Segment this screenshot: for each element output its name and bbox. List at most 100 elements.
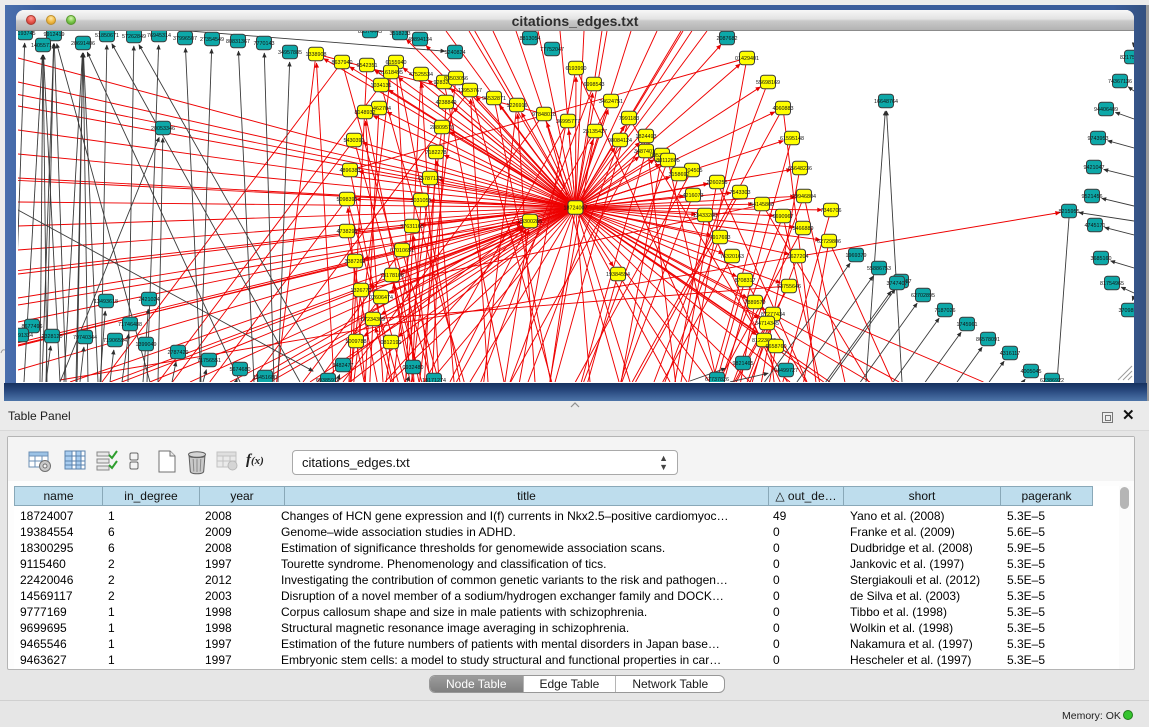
svg-text:3747407: 3747407 [887,281,908,287]
svg-text:98084124: 98084124 [608,138,632,144]
svg-text:79740344: 79740344 [73,335,97,341]
svg-text:86578091: 86578091 [976,337,1000,343]
svg-text:99091334: 99091334 [18,333,33,339]
svg-text:61595148: 61595148 [780,136,804,142]
svg-text:1034131: 1034131 [371,83,392,89]
svg-text:87234309: 87234309 [361,317,385,323]
svg-text:71746488: 71746488 [118,322,142,328]
svg-text:67737826: 67737826 [705,377,729,382]
svg-text:3158692: 3158692 [669,172,690,178]
svg-text:27354549: 27354549 [200,37,224,43]
svg-text:0932480: 0932480 [403,365,424,371]
svg-text:2787429: 2787429 [168,350,189,356]
svg-text:62729806: 62729806 [817,239,841,245]
svg-text:5674680: 5674680 [230,367,251,373]
svg-text:1824493: 1824493 [636,134,657,140]
svg-text:9521456: 9521456 [1082,194,1103,200]
svg-text:6690967: 6690967 [773,214,794,220]
svg-text:19384554: 19384554 [606,272,630,278]
svg-text:8215955: 8215955 [1059,209,1080,215]
svg-text:1745961: 1745961 [957,322,978,328]
svg-text:7991183: 7991183 [619,116,640,122]
svg-text:65648236: 65648236 [788,166,812,172]
svg-text:7193745: 7193745 [18,31,36,37]
svg-text:1969379: 1969379 [846,253,867,259]
svg-text:55698169: 55698169 [756,80,780,86]
svg-text:8637940: 8637940 [332,60,353,66]
svg-text:4238849: 4238849 [436,100,457,106]
svg-text:0812191: 0812191 [381,340,402,346]
svg-text:7543303: 7543303 [730,190,751,196]
svg-text:81754965: 81754965 [1100,281,1124,287]
svg-text:4896383: 4896383 [340,168,361,174]
svg-text:2328120: 2328120 [42,334,63,340]
svg-text:34957885: 34957885 [278,50,302,56]
svg-text:1338908: 1338908 [306,52,327,58]
svg-text:37631165: 37631165 [400,224,424,230]
svg-text:73178108: 73178108 [380,273,404,279]
svg-text:53755646: 53755646 [777,284,801,290]
svg-text:2421024: 2421024 [139,297,160,303]
svg-text:97848018: 97848018 [532,112,556,118]
svg-text:8813054: 8813054 [520,36,541,42]
svg-text:4738299: 4738299 [337,229,358,235]
svg-text:01429401: 01429401 [735,56,759,62]
svg-text:7889579: 7889579 [745,300,766,306]
svg-text:76320163: 76320163 [720,254,744,260]
svg-text:80112805: 80112805 [656,158,680,164]
svg-text:5240824: 5240824 [445,50,466,56]
svg-text:15451680: 15451680 [253,375,277,381]
svg-text:1399049: 1399049 [136,342,157,348]
svg-text:54145868: 54145868 [750,202,774,208]
svg-text:49894134: 49894134 [408,37,432,43]
svg-text:3387262: 3387262 [345,259,366,265]
svg-text:13171274: 13171274 [422,378,446,382]
svg-text:37996507: 37996507 [173,36,197,42]
svg-text:3482477: 3482477 [333,363,354,369]
svg-text:23300285: 23300285 [518,219,542,225]
svg-text:34624751: 34624751 [599,99,623,105]
svg-text:2260256: 2260256 [707,180,728,186]
svg-text:6998543: 6998543 [584,82,605,88]
svg-text:13953767: 13953767 [458,88,482,94]
svg-text:20053346: 20053346 [151,126,175,132]
svg-text:13433200: 13433200 [693,213,717,219]
svg-text:9912419: 9912419 [44,32,65,38]
svg-text:60385977: 60385977 [316,378,340,382]
svg-text:2087682: 2087682 [717,36,738,42]
svg-text:1326773: 1326773 [351,288,372,294]
svg-text:5466889: 5466889 [793,226,814,232]
svg-text:47525534: 47525534 [409,72,433,78]
svg-text:36995777: 36995777 [556,119,580,125]
svg-text:13493618: 13493618 [94,299,118,305]
svg-text:28809570: 28809570 [430,125,454,131]
svg-text:82175946: 82175946 [1120,55,1134,61]
svg-text:29946804: 29946804 [792,194,816,200]
svg-text:8708317: 8708317 [735,278,756,284]
svg-text:57262849: 57262849 [122,34,146,40]
svg-text:9421047: 9421047 [1084,165,1105,171]
svg-text:4060883: 4060883 [773,106,794,112]
svg-text:7346706: 7346706 [821,208,842,214]
svg-text:85574443: 85574443 [358,31,382,35]
svg-text:65787133: 65787133 [418,176,442,182]
svg-text:3709859: 3709859 [1119,308,1135,314]
svg-text:62386922: 62386922 [1040,378,1064,382]
svg-text:6542351: 6542351 [357,63,378,69]
svg-text:9821465: 9821465 [733,361,754,367]
svg-text:3685160: 3685160 [1091,256,1112,262]
svg-text:6193990: 6193990 [566,66,587,72]
svg-text:7182278: 7182278 [426,150,447,156]
svg-text:04499727: 04499727 [774,368,798,374]
svg-text:55886753: 55886753 [867,266,891,272]
svg-text:4316117: 4316117 [1000,351,1021,357]
svg-text:16648764: 16648764 [874,99,898,105]
svg-text:14055714: 14055714 [31,43,55,49]
svg-text:9743953: 9743953 [1088,136,1109,142]
svg-text:77752047: 77752047 [540,47,564,53]
svg-text:4745171: 4745171 [1085,223,1106,229]
svg-text:02606474: 02606474 [369,295,393,301]
svg-text:81618495: 81618495 [379,70,403,76]
svg-text:83503056: 83503056 [444,76,468,82]
svg-text:71756551: 71756551 [197,358,221,364]
